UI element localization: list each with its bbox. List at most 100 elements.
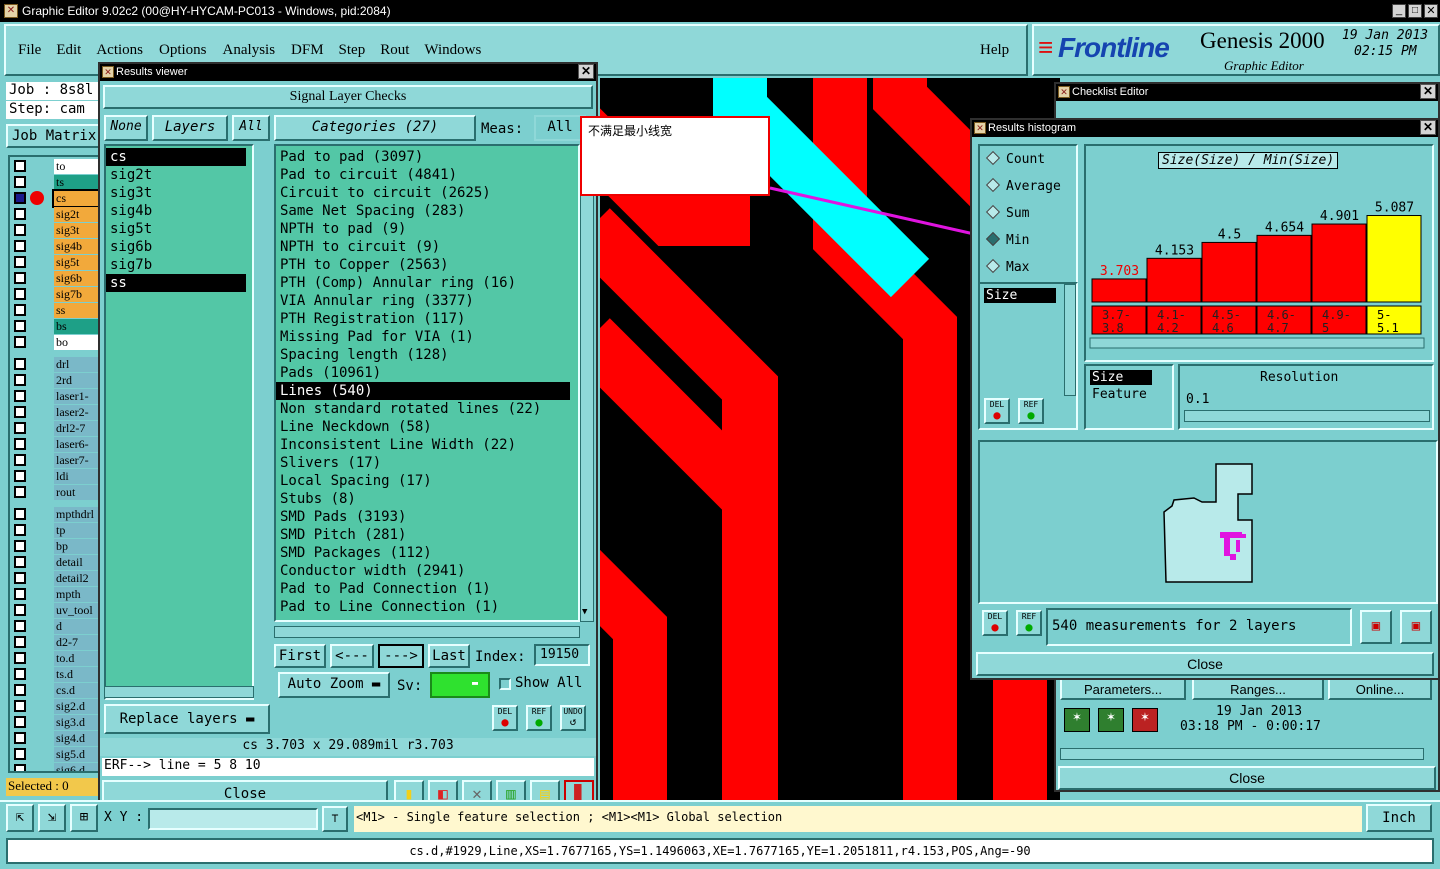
none-button[interactable]: None [104, 115, 148, 141]
layer-checkbox[interactable] [14, 652, 26, 664]
layer-checkbox[interactable] [14, 716, 26, 728]
category-item[interactable]: NPTH to circuit (9) [276, 238, 578, 256]
layer-item[interactable]: sig5.d [54, 747, 98, 762]
online-button[interactable]: Online... [1328, 678, 1432, 700]
results-viewer-close-icon[interactable]: ✕ [578, 64, 594, 79]
layer-item[interactable]: d [54, 619, 98, 634]
result-layer-item[interactable]: sig5t [106, 220, 252, 238]
layer-checkbox[interactable] [14, 700, 26, 712]
preview-ref-button[interactable]: REF ● [1016, 610, 1042, 636]
ref-button[interactable]: REF ● [526, 705, 552, 731]
category-item[interactable]: PTH (Comp) Annular ring (16) [276, 274, 578, 292]
category-item[interactable]: Spacing length (128) [276, 346, 578, 364]
result-layer-item[interactable]: sig2t [106, 166, 252, 184]
help-menu[interactable]: Help [980, 42, 1009, 59]
category-item[interactable]: SMD Packages (112) [276, 544, 578, 562]
category-item[interactable]: Line Neckdown (58) [276, 418, 578, 436]
layer-item[interactable]: bs [54, 319, 98, 334]
layer-item[interactable]: ts.d [54, 667, 98, 682]
next-button[interactable]: ---> [378, 644, 424, 668]
layer-checkbox[interactable] [14, 620, 26, 632]
layer-checkbox[interactable] [14, 176, 26, 188]
menu-edit[interactable]: Edit [56, 42, 81, 58]
checklist-close-button[interactable]: Close [1058, 766, 1436, 790]
layer-item[interactable]: laser1- [54, 389, 98, 404]
category-item[interactable]: Pad to Pad Connection (1) [276, 580, 578, 598]
auto-zoom-select[interactable]: Auto Zoom ▬ [278, 672, 390, 698]
layer-checkbox[interactable] [14, 486, 26, 498]
layer-checkbox[interactable] [14, 438, 26, 450]
layer-item[interactable]: mpth [54, 587, 98, 602]
run-icon-1[interactable]: ✶ [1064, 708, 1090, 732]
meas-select[interactable]: All [534, 115, 586, 141]
layer-checkbox[interactable] [14, 524, 26, 536]
layer-list-hscroll[interactable] [104, 686, 254, 698]
select-tool-icon[interactable]: ⇱ [6, 804, 34, 832]
categories-list[interactable]: Pad to pad (3097) Pad to circuit (4841) Ci… [274, 144, 580, 622]
category-item[interactable]: Same Net Spacing (283) [276, 202, 578, 220]
layer-checkbox[interactable] [14, 336, 26, 348]
category-item[interactable]: Pad to pad (3097) [276, 148, 578, 166]
menu-dfm[interactable]: DFM [291, 42, 324, 58]
layer-item[interactable]: sig3t [54, 223, 98, 238]
category-item[interactable]: Stubs (8) [276, 490, 578, 508]
category-item[interactable]: Non standard rotated lines (22) [276, 400, 578, 418]
layer-item[interactable]: mpthdrl [54, 507, 98, 522]
layer-checkbox[interactable] [14, 320, 26, 332]
layer-checkbox[interactable] [14, 668, 26, 680]
layer-checkbox[interactable] [14, 540, 26, 552]
histogram-bar[interactable] [1146, 257, 1202, 303]
category-item[interactable]: Inconsistent Line Width (22) [276, 436, 578, 454]
categories-vscroll[interactable]: ▲ ▼ [580, 144, 594, 622]
layer-checkbox[interactable] [14, 684, 26, 696]
last-button[interactable]: Last [428, 644, 470, 668]
layer-item[interactable]: ldi [54, 469, 98, 484]
category-item[interactable]: SMD Pitch (281) [276, 526, 578, 544]
histogram-bar[interactable] [1091, 278, 1147, 303]
mode-min[interactable]: Min [985, 231, 1076, 260]
layer-item[interactable]: sig6b [54, 271, 98, 286]
zoom-preview-icon[interactable]: ▣ [1360, 610, 1392, 644]
histogram-chart[interactable]: 3.703 3.7-3.8 4.153 4.1-4.2 4.5 4.5-4.6 4.654 4… [1088, 176, 1428, 376]
layer-item[interactable]: sig5t [54, 255, 98, 270]
layer-item[interactable]: rout [54, 485, 98, 500]
layer-item[interactable]: bp [54, 539, 98, 554]
category-item[interactable]: Missing Pad for VIA (1) [276, 328, 578, 346]
resolution-slider[interactable] [1184, 410, 1430, 422]
layer-item[interactable]: sig4b [54, 239, 98, 254]
layer-checkbox[interactable] [14, 572, 26, 584]
layer-list[interactable]: cs sig2t sig3t sig4b sig5t sig6b sig7b ss [104, 144, 254, 700]
layers-button[interactable]: Layers [152, 115, 228, 141]
layer-item[interactable]: sig6.d [54, 763, 98, 771]
grid-tool-icon[interactable]: ⊞ [70, 804, 98, 832]
layer-item[interactable]: sig3.d [54, 715, 98, 730]
layer-checkbox[interactable] [14, 390, 26, 402]
category-item[interactable]: PTH to Copper (2563) [276, 256, 578, 274]
layer-item[interactable]: sig4.d [54, 731, 98, 746]
result-layer-item[interactable]: ss [106, 274, 246, 292]
result-layer-item[interactable]: sig7b [106, 256, 252, 274]
histogram-bar[interactable] [1201, 241, 1257, 303]
maximize-button[interactable]: □ [1408, 4, 1422, 18]
category-item[interactable]: Pad to circuit (4841) [276, 166, 578, 184]
feature-option[interactable]: Feature [1092, 387, 1172, 402]
layer-item[interactable]: uv_tool [54, 603, 98, 618]
preview-del-button[interactable]: DEL ● [982, 610, 1008, 636]
category-item[interactable]: SMD Pads (3193) [276, 508, 578, 526]
layer-checkbox[interactable] [14, 224, 26, 236]
category-item[interactable]: Pads (10961) [276, 364, 578, 382]
layer-checkbox[interactable] [14, 764, 26, 771]
layer-checkbox[interactable] [14, 256, 26, 268]
layer-item[interactable]: drl [54, 357, 98, 372]
menu-windows[interactable]: Windows [424, 42, 481, 58]
del-button[interactable]: DEL ● [492, 705, 518, 731]
first-button[interactable]: First [274, 644, 326, 668]
layer-item[interactable]: detail [54, 555, 98, 570]
layer-item[interactable]: laser2- [54, 405, 98, 420]
metric-item[interactable]: Size [984, 288, 1056, 303]
fit-preview-icon[interactable]: ▣ [1400, 610, 1432, 644]
layer-checkbox[interactable] [14, 604, 26, 616]
category-item[interactable]: Conductor width (2941) [276, 562, 578, 580]
histogram-bar[interactable] [1256, 234, 1312, 303]
layer-item[interactable]: 2rd [54, 373, 98, 388]
